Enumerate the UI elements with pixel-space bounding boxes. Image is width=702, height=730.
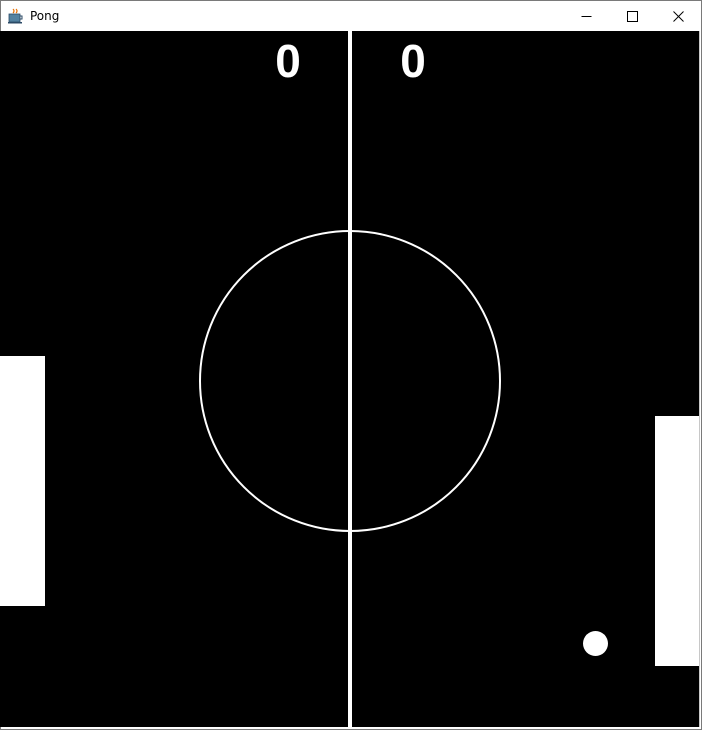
maximize-button[interactable] [609, 1, 655, 31]
minimize-icon [581, 15, 591, 17]
score-left: 0 [275, 35, 301, 87]
score-right: 0 [400, 35, 426, 87]
game-court[interactable]: 0 0 [0, 31, 699, 727]
maximize-icon [626, 10, 638, 22]
window-title: Pong [30, 9, 60, 23]
close-icon [672, 10, 684, 22]
java-coffee-cup-icon [8, 8, 23, 24]
close-button[interactable] [655, 1, 701, 31]
minimize-button[interactable] [563, 1, 609, 31]
left-paddle [0, 356, 45, 606]
ball [583, 631, 608, 656]
window-border [699, 31, 700, 727]
court-markings [199, 31, 501, 727]
right-paddle [655, 416, 699, 666]
title-bar[interactable]: Pong [1, 1, 701, 31]
